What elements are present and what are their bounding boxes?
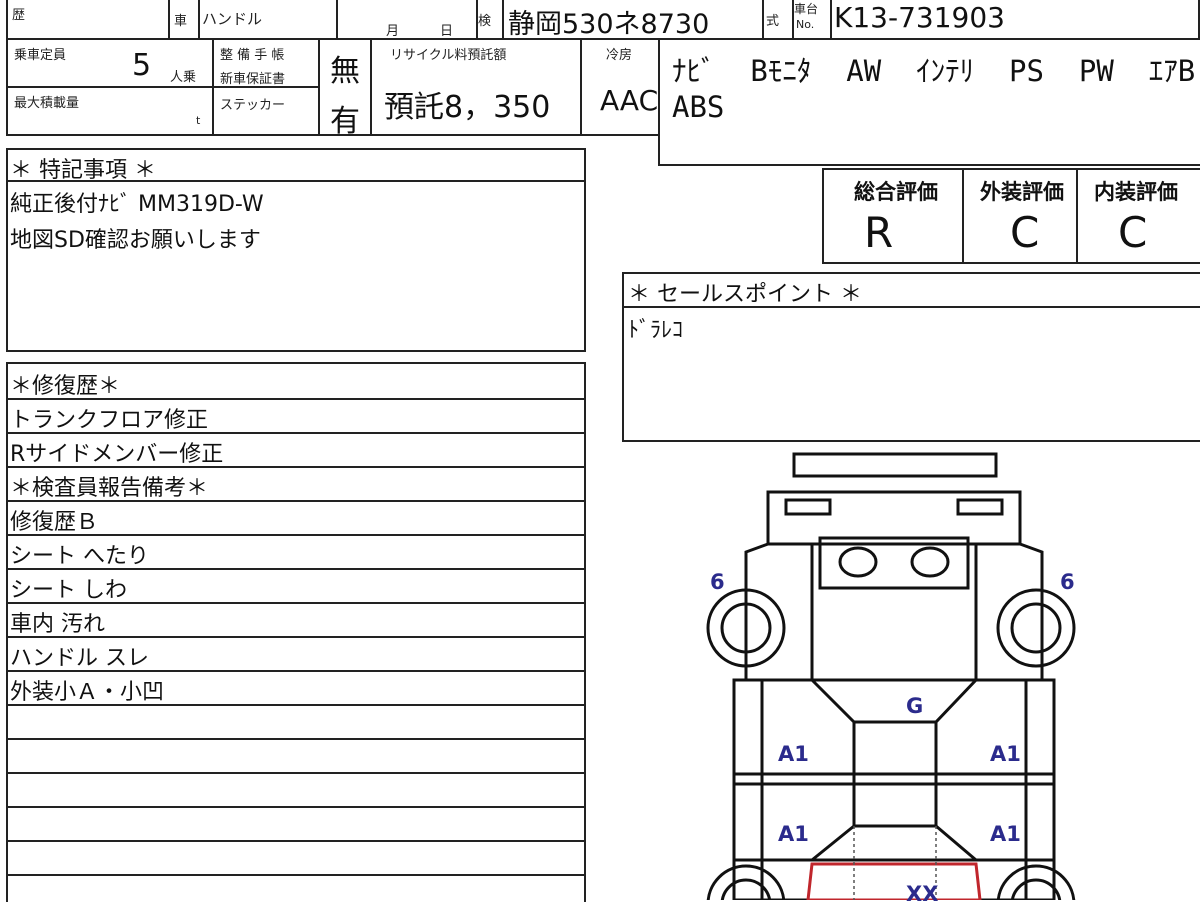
sales-points-title: ＊ セールスポイント ＊ bbox=[628, 282, 862, 307]
car-label: 車 bbox=[174, 14, 188, 29]
repair-history-title: ＊修復歴＊ bbox=[10, 374, 121, 399]
tire-front-right bbox=[996, 588, 1076, 668]
equipment-line-1: ﾅﾋﾞ Bﾓﾆﾀ AW ｲﾝﾃﾘ PS PW ｴｱB bbox=[672, 54, 1196, 88]
inspection-label: 検 bbox=[478, 14, 492, 29]
right-headlight bbox=[956, 498, 1004, 516]
max-load-unit: t bbox=[196, 114, 201, 127]
left-headlight bbox=[784, 498, 832, 516]
repair-history-item: Rサイドメンバー修正 bbox=[10, 442, 224, 467]
max-load-label: 最大積載量 bbox=[14, 96, 80, 111]
inspector-report-title: ＊検査員報告備考＊ bbox=[10, 476, 209, 501]
sales-points-line-1: ﾄﾞﾗﾚｺ bbox=[628, 318, 684, 343]
capacity-label: 乗車定員 bbox=[14, 48, 67, 63]
recycle-label: リサイクル料預託額 bbox=[390, 48, 507, 63]
sticker-label: ステッカー bbox=[220, 98, 286, 113]
washer-left bbox=[838, 546, 878, 578]
chassis-label-top: 車台 bbox=[794, 2, 819, 16]
maintenance-label-2: 新車保証書 bbox=[220, 72, 286, 87]
damage-mark-a1: A1 bbox=[778, 822, 809, 846]
special-notes-line-2: 地図SD確認お願いします bbox=[10, 228, 261, 253]
rear-damage-outline bbox=[806, 862, 982, 900]
interior-rating-label: 内装評価 bbox=[1094, 180, 1178, 204]
sticker-value: 有 bbox=[330, 104, 360, 139]
special-notes-line-1: 純正後付ﾅﾋﾞ MM319D-W bbox=[10, 192, 264, 217]
equipment-line-2: ABS bbox=[672, 90, 725, 124]
month-label: 月 bbox=[386, 24, 400, 39]
recycle-value: 預託8，350 bbox=[384, 90, 551, 125]
inspector-report-item: 車内 汚れ bbox=[10, 612, 105, 637]
interior-rating-value: C bbox=[1118, 208, 1148, 257]
glass-mark: G bbox=[906, 694, 924, 718]
damage-mark-a1: A1 bbox=[990, 822, 1021, 846]
exterior-rating-label: 外装評価 bbox=[980, 180, 1064, 204]
tire-left-mark: 6 bbox=[710, 570, 725, 594]
maintenance-label-1: 整 備 手 帳 bbox=[220, 48, 285, 63]
inspector-report-item: シート へたり bbox=[10, 544, 149, 569]
inspection-value: 静岡530ネ8730 bbox=[508, 9, 710, 40]
car-diagram bbox=[706, 452, 1076, 900]
cooler-value: AAC bbox=[600, 84, 659, 117]
cabin-body bbox=[732, 678, 1056, 900]
washer-right bbox=[910, 546, 950, 578]
day-label: 日 bbox=[440, 24, 454, 39]
tire-right-mark: 6 bbox=[1060, 570, 1075, 594]
tire-rear-right bbox=[996, 864, 1076, 900]
front-bumper bbox=[792, 452, 998, 478]
cooler-label: 冷房 bbox=[606, 48, 633, 63]
maintenance-value: 無 bbox=[330, 54, 360, 89]
overall-rating-value: R bbox=[864, 208, 894, 257]
damage-mark-a1: A1 bbox=[778, 742, 809, 766]
damage-mark-a1: A1 bbox=[990, 742, 1021, 766]
inspector-report-item: シート しわ bbox=[10, 578, 127, 603]
damage-mark-xx: XX bbox=[906, 882, 939, 906]
overall-rating-label: 総合評価 bbox=[854, 180, 938, 204]
repair-history-item: トランクフロア修正 bbox=[10, 408, 209, 433]
inspector-report-item: 外装小Ａ・小凹 bbox=[10, 680, 165, 705]
chassis-label-bottom: No. bbox=[796, 18, 815, 31]
inspector-report-item: ハンドル スレ bbox=[10, 646, 149, 671]
inspector-report-item: 修復歴Ｂ bbox=[10, 510, 99, 535]
history-label: 歴 bbox=[12, 8, 26, 23]
exterior-rating-value: C bbox=[1010, 208, 1040, 257]
capacity-unit: 人乗 bbox=[170, 70, 197, 85]
right-front-fender bbox=[974, 542, 1044, 682]
capacity-value: 5 bbox=[132, 48, 152, 83]
tire-rear-left bbox=[706, 864, 786, 900]
special-notes-title: ＊ 特記事項 ＊ bbox=[10, 158, 156, 183]
handle-label: ハンドル bbox=[202, 10, 263, 28]
windshield bbox=[810, 678, 978, 724]
model-label: 式 bbox=[766, 14, 780, 29]
chassis-number: K13-731903 bbox=[834, 1, 1005, 34]
